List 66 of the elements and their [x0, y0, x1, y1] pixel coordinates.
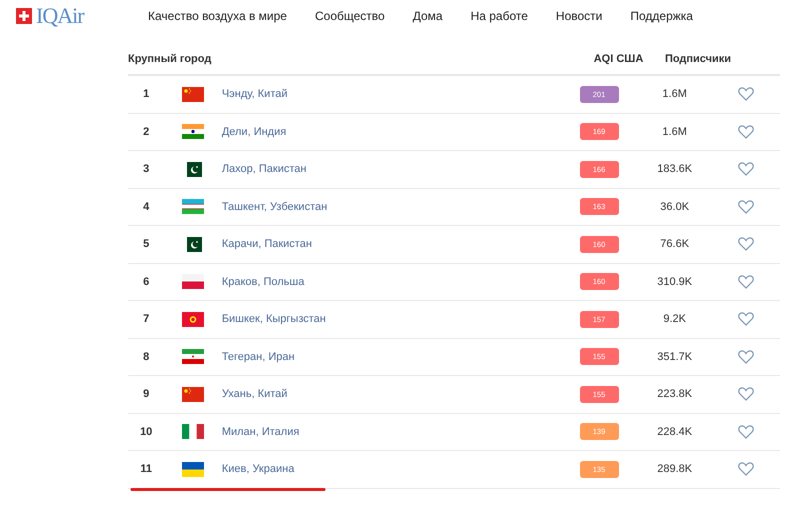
rank-number: 8	[142, 350, 150, 363]
rank-number: 9	[142, 388, 150, 400]
flag-icon	[182, 274, 204, 290]
heart-icon[interactable]	[738, 237, 754, 252]
column-header: Крупный город	[128, 53, 212, 65]
flag-icon	[184, 236, 202, 252]
city-link[interactable]: Ташкент, Узбекистан	[222, 200, 562, 213]
nav-link[interactable]: Сообщество	[314, 9, 385, 23]
subscriber-count: 183.6K	[656, 163, 694, 176]
flag-icon	[182, 124, 204, 140]
rank-number: 11	[139, 463, 153, 476]
nav-link[interactable]: Дома	[412, 9, 443, 23]
subscriber-count: 9.2K	[662, 313, 687, 326]
column-header: AQI США	[592, 53, 644, 65]
rank-number: 6	[142, 276, 150, 288]
flag-icon	[182, 86, 204, 102]
city-link[interactable]: Лахор, Пакистан	[222, 163, 562, 176]
city-link[interactable]: Дели, Индия	[222, 126, 562, 138]
rank-number: 3	[142, 163, 150, 176]
heart-icon[interactable]	[738, 87, 754, 102]
flag-icon	[182, 312, 204, 327]
subscriber-count: 228.4K	[656, 426, 694, 438]
city-link[interactable]: Бишкек, Кыргызстан	[222, 313, 562, 326]
city-link[interactable]: Милан, Италия	[222, 426, 562, 438]
heart-icon[interactable]	[738, 162, 754, 176]
rank-number: 4	[142, 200, 150, 213]
heart-icon[interactable]	[738, 274, 754, 289]
column-header: Подписчики	[664, 53, 732, 65]
flag-icon	[182, 349, 204, 364]
rank-number: 1	[142, 88, 150, 100]
heart-icon[interactable]	[738, 124, 754, 139]
flag-icon	[182, 386, 204, 402]
flag-icon	[182, 462, 204, 477]
heart-icon[interactable]	[738, 200, 754, 214]
nav-link[interactable]: Поддержка	[630, 9, 693, 23]
logo[interactable]: IQAir	[36, 3, 84, 29]
subscriber-count: 351.7K	[656, 350, 694, 363]
subscriber-count: 1.6M	[661, 126, 688, 138]
nav-link[interactable]: На работе	[470, 9, 528, 23]
subscriber-count: 36.0K	[659, 200, 690, 213]
city-link[interactable]: Чэнду, Китай	[222, 88, 562, 100]
city-link[interactable]: Ухань, Китай	[222, 388, 562, 400]
rank-number: 10	[139, 426, 154, 438]
subscriber-count: 289.8K	[656, 463, 694, 476]
city-link[interactable]: Киев, Украина	[222, 463, 562, 476]
nav-link[interactable]: Качество воздуха в мире	[148, 9, 287, 23]
city-link[interactable]: Карачи, Пакистан	[222, 238, 562, 250]
heart-icon[interactable]	[738, 462, 754, 476]
heart-icon[interactable]	[738, 312, 754, 326]
rank-number: 2	[142, 126, 150, 138]
flag-icon	[184, 162, 202, 177]
heart-icon[interactable]	[738, 387, 754, 402]
nav-link[interactable]: Новости	[556, 9, 602, 23]
heart-icon[interactable]	[738, 350, 754, 364]
city-link[interactable]: Тегеран, Иран	[222, 350, 562, 363]
subscriber-count: 1.6M	[661, 88, 688, 100]
heart-icon[interactable]	[738, 424, 754, 439]
flag-icon	[182, 199, 204, 214]
subscriber-count: 223.8K	[656, 388, 694, 400]
rank-number: 7	[142, 313, 150, 326]
subscriber-count: 76.6K	[659, 238, 690, 250]
swiss-cross-icon	[16, 8, 32, 24]
subscriber-count: 310.9K	[656, 276, 694, 288]
flag-icon	[182, 424, 204, 440]
rank-number: 5	[142, 238, 150, 250]
city-link[interactable]: Краков, Польша	[222, 276, 562, 288]
